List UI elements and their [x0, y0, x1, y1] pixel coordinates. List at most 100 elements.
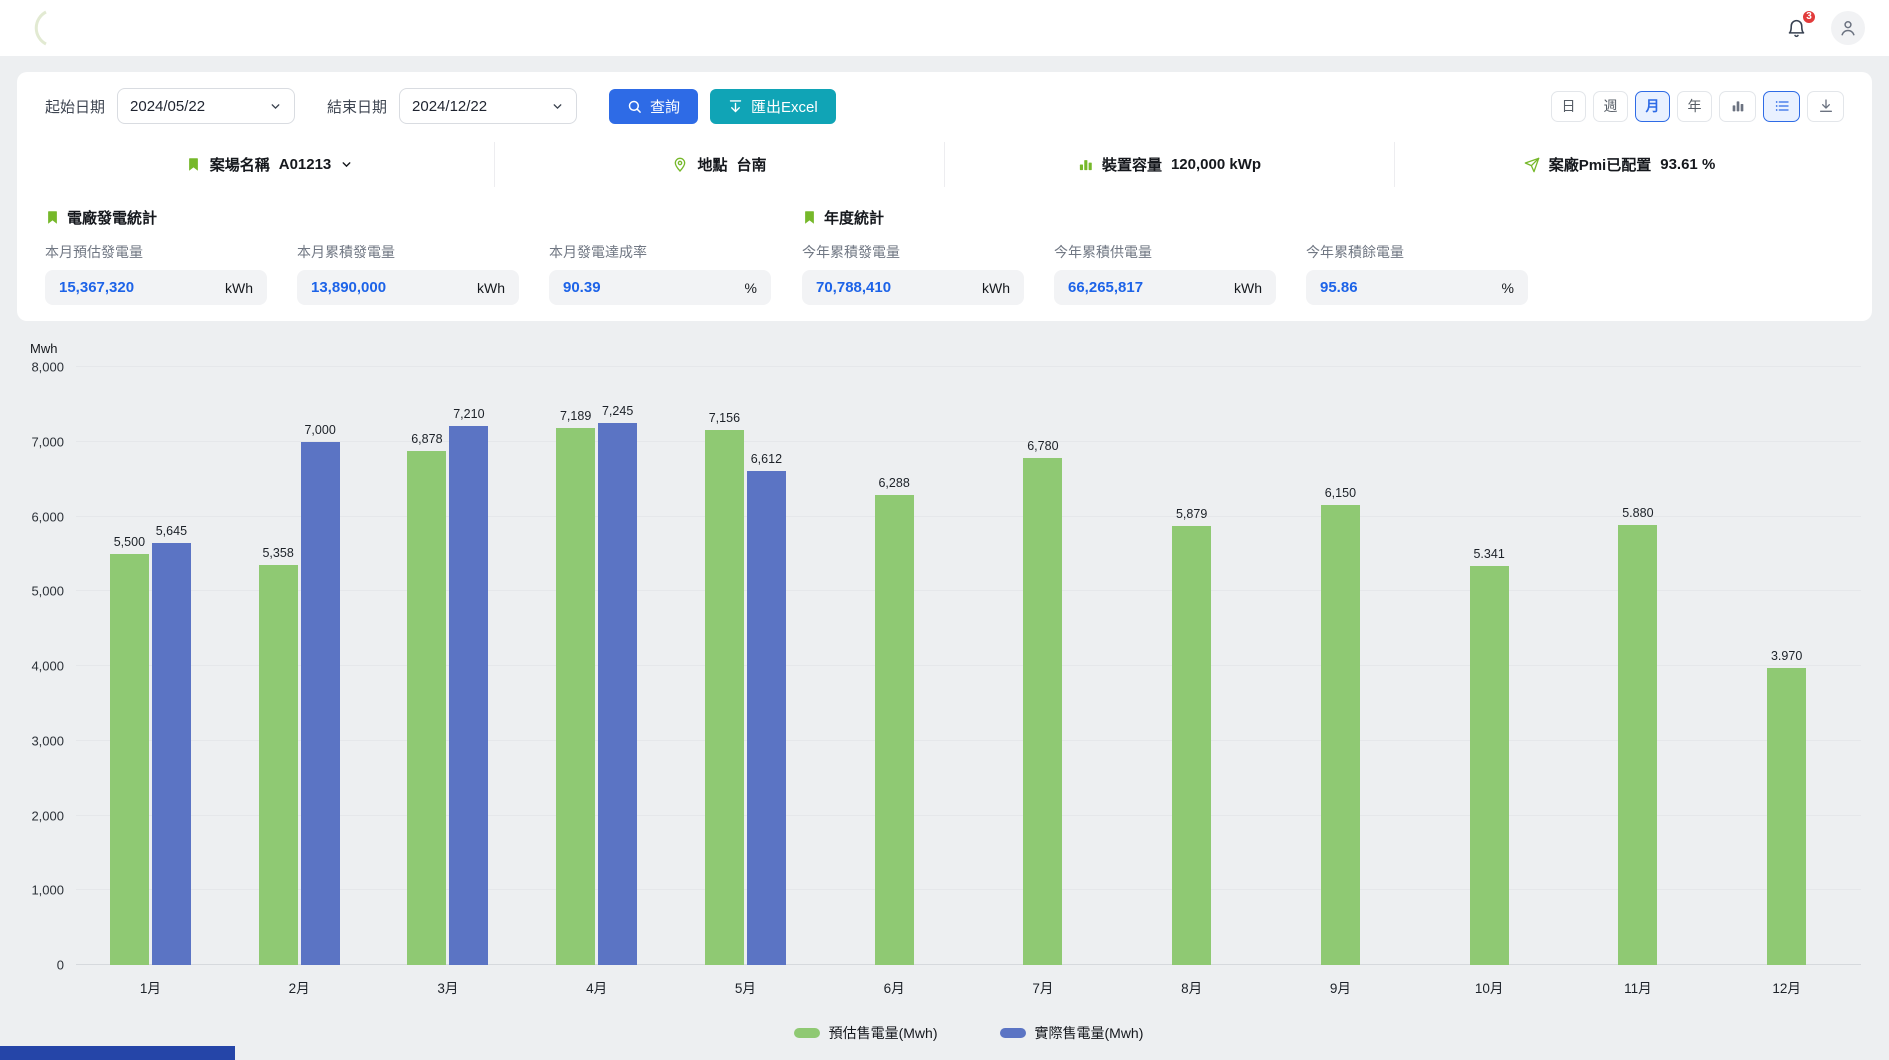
stat-pill: 66,265,817 kWh — [1054, 270, 1276, 305]
stat-unit: kWh — [225, 280, 253, 296]
range-button-月[interactable]: 月 — [1635, 91, 1670, 122]
bar-estimated-4月: 7,189 — [556, 428, 595, 965]
plant-stats-title: 電廠發電統計 — [67, 207, 157, 228]
bar-group-2月: 5,3587,000 — [225, 367, 374, 965]
bar-estimated-2月: 5,358 — [259, 565, 298, 966]
bar-value-label: 7,189 — [560, 409, 591, 423]
y-axis-tick-label: 8,000 — [31, 360, 64, 375]
list-view-button[interactable] — [1763, 91, 1800, 122]
start-date-label: 起始日期 — [45, 96, 105, 117]
bar-value-label: 5,358 — [262, 546, 293, 560]
topbar-actions: 3 — [1782, 11, 1865, 45]
legend-item-actual[interactable]: 實際售電量(Mwh) — [1000, 1023, 1144, 1043]
x-axis-tick-label: 4月 — [522, 977, 671, 997]
installed-capacity: 裝置容量 120,000 kWp — [945, 142, 1395, 187]
bookmark-icon — [186, 157, 201, 172]
site-name-selector[interactable]: 案場名稱 A01213 — [45, 142, 495, 187]
bar-estimated-7月: 6,780 — [1023, 458, 1062, 965]
bar-value-label: 6,288 — [878, 476, 909, 490]
stat-value: 15,367,320 — [59, 279, 134, 296]
bar-group-8月: 5,879 — [1117, 367, 1266, 965]
download-icon — [1818, 98, 1834, 114]
end-date-value: 2024/12/22 — [412, 98, 487, 115]
filter-row: 起始日期 2024/05/22 結束日期 2024/12/22 查詢 匯出Exc… — [45, 88, 1844, 124]
end-date-input[interactable]: 2024/12/22 — [399, 88, 577, 124]
stat-pill: 70,788,410 kWh — [802, 270, 1024, 305]
range-button-年[interactable]: 年 — [1677, 91, 1712, 122]
bar-actual-3月: 7,210 — [449, 426, 488, 965]
range-button-日[interactable]: 日 — [1551, 91, 1586, 122]
bar-estimated-9月: 6,150 — [1321, 505, 1360, 965]
stat-unit: % — [1502, 280, 1514, 296]
search-icon — [627, 99, 642, 114]
export-button-label: 匯出Excel — [751, 96, 818, 117]
bar-value-label: 3.970 — [1771, 649, 1802, 663]
capacity-bars-icon — [1078, 157, 1093, 172]
site-name-label: 案場名稱 — [210, 154, 270, 175]
x-axis-tick-label: 11月 — [1564, 977, 1713, 997]
bar-group-12月: 3.970 — [1712, 367, 1861, 965]
bar-estimated-1月: 5,500 — [110, 554, 149, 965]
notifications-button[interactable]: 3 — [1782, 14, 1811, 43]
legend-marker — [1000, 1028, 1026, 1038]
location-label: 地點 — [697, 154, 727, 175]
y-axis-tick-label: 5,000 — [31, 584, 64, 599]
location-pin-icon — [672, 157, 688, 173]
plant-stats-title-row: 電廠發電統計 — [45, 207, 771, 228]
legend-marker — [794, 1028, 820, 1038]
stats-row: 電廠發電統計 本月預估發電量 15,367,320 kWh 本月累積發電量 13… — [45, 207, 1844, 305]
top-bar: 3 — [0, 0, 1889, 56]
bar-actual-1月: 5,645 — [152, 543, 191, 965]
list-icon — [1774, 98, 1790, 114]
bookmark-icon — [45, 210, 60, 225]
stat-pill: 90.39 % — [549, 270, 771, 305]
stat-label: 今年累積供電量 — [1054, 242, 1276, 262]
start-date-input[interactable]: 2024/05/22 — [117, 88, 295, 124]
stat-unit: kWh — [982, 280, 1010, 296]
stat-unit: kWh — [1234, 280, 1262, 296]
notification-badge: 3 — [1801, 9, 1817, 25]
legend-label: 預估售電量(Mwh) — [829, 1023, 938, 1043]
legend-label: 實際售電量(Mwh) — [1035, 1023, 1144, 1043]
x-axis-tick-label: 7月 — [969, 977, 1118, 997]
annual-stat-cards: 今年累積發電量 70,788,410 kWh 今年累積供電量 66,265,81… — [802, 242, 1528, 305]
annual-stats-title-row: 年度統計 — [802, 207, 1528, 228]
end-date-label: 結束日期 — [327, 96, 387, 117]
download-button[interactable] — [1807, 91, 1844, 122]
bar-chart-icon — [1730, 98, 1746, 114]
stat-label: 本月發電達成率 — [549, 242, 771, 262]
chart-bar-groups: 5,5005,6455,3587,0006,8787,2107,1897,245… — [76, 367, 1861, 965]
stat-label: 今年累積發電量 — [802, 242, 1024, 262]
legend-item-estimated[interactable]: 預估售電量(Mwh) — [794, 1023, 938, 1043]
plant-stat-cards: 本月預估發電量 15,367,320 kWh 本月累積發電量 13,890,00… — [45, 242, 771, 305]
x-axis-tick-label: 5月 — [671, 977, 820, 997]
capacity-value: 120,000 kWp — [1171, 156, 1261, 173]
bar-value-label: 6,780 — [1027, 439, 1058, 453]
send-icon — [1524, 157, 1540, 173]
export-excel-button[interactable]: 匯出Excel — [710, 89, 836, 124]
bar-actual-2月: 7,000 — [301, 442, 340, 965]
chart-y-axis-title: Mwh — [30, 341, 57, 356]
bar-actual-5月: 6,612 — [747, 471, 786, 965]
stat-label: 本月預估發電量 — [45, 242, 267, 262]
chart-plot: 01,0002,0003,0004,0005,0006,0007,0008,00… — [76, 367, 1861, 965]
bar-value-label: 5.341 — [1473, 547, 1504, 561]
x-axis-tick-label: 1月 — [76, 977, 225, 997]
bar-estimated-8月: 5,879 — [1172, 526, 1211, 965]
y-axis-tick-label: 2,000 — [31, 808, 64, 823]
pmi-value: 93.61 % — [1660, 156, 1715, 173]
annual-stats-section: 年度統計 今年累積發電量 70,788,410 kWh 今年累積供電量 66,2… — [802, 207, 1528, 305]
user-menu-button[interactable] — [1831, 11, 1865, 45]
chevron-down-icon — [269, 100, 282, 113]
bar-chart-view-button[interactable] — [1719, 91, 1756, 122]
bar-value-label: 7,156 — [709, 411, 740, 425]
view-toggle-group — [1719, 91, 1844, 122]
bar-value-label: 6,612 — [751, 452, 782, 466]
start-date-value: 2024/05/22 — [130, 98, 205, 115]
bar-estimated-6月: 6,288 — [875, 495, 914, 965]
search-button[interactable]: 查詢 — [609, 89, 698, 124]
bottom-strip — [0, 1046, 235, 1060]
bookmark-icon — [802, 210, 817, 225]
range-button-週[interactable]: 週 — [1593, 91, 1628, 122]
stat-unit: kWh — [477, 280, 505, 296]
